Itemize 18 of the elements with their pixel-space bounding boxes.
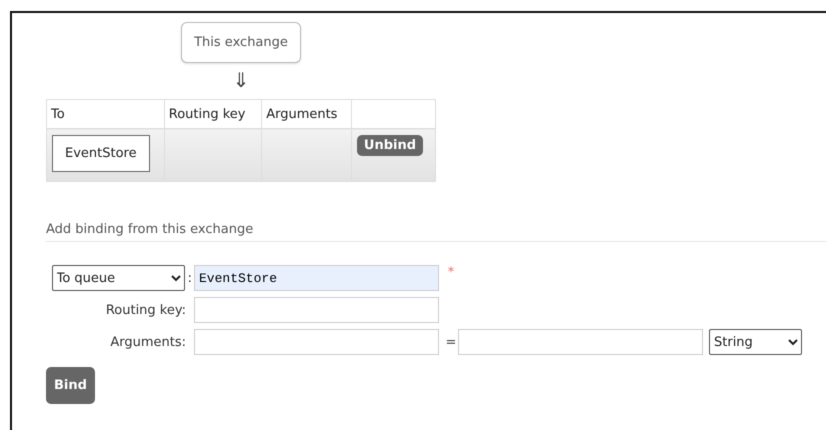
argument-key-field[interactable] — [194, 329, 439, 355]
section-heading: Add binding from this exchange — [46, 222, 826, 242]
destination-field[interactable]: EventStore — [194, 265, 439, 291]
field-label: Arguments: — [109, 334, 187, 350]
equals-sign: = — [444, 334, 458, 350]
destination-select[interactable]: To queue — [52, 265, 185, 291]
field-label: Routing key: — [104, 302, 187, 318]
argument-type-select[interactable]: String — [709, 329, 802, 355]
column-header: To — [46, 100, 164, 128]
colon: : — [186, 270, 192, 286]
argument-value-field[interactable] — [458, 329, 703, 355]
exchange-node: This exchange — [181, 22, 301, 63]
down-arrow: ⇓ — [232, 67, 250, 93]
unbind-button[interactable]: Unbind — [356, 135, 424, 156]
bind-button[interactable]: Bind — [46, 367, 95, 404]
queue-node: EventStore — [52, 135, 150, 172]
required-mark: * — [446, 265, 456, 280]
routing-key-field[interactable] — [194, 297, 439, 323]
